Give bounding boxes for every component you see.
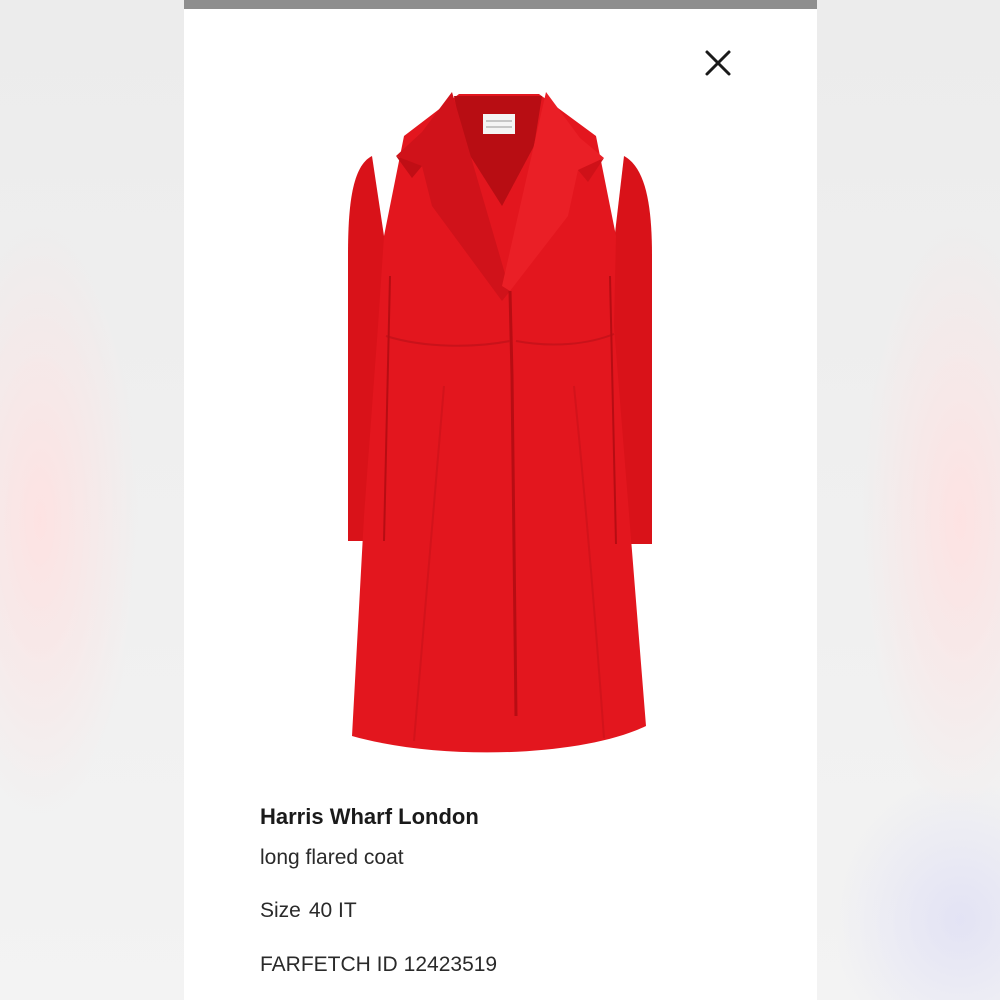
- close-button[interactable]: [700, 45, 736, 81]
- product-size: Size 40 IT: [260, 899, 357, 923]
- product-brand: Harris Wharf London: [260, 804, 479, 829]
- product-name: long flared coat: [260, 846, 404, 869]
- product-image-red-coat: [348, 92, 652, 753]
- farfetch-id-value: 12423519: [403, 953, 498, 976]
- size-label: Size: [260, 899, 301, 922]
- top-scroll-bar: [184, 0, 817, 9]
- size-value: 40 IT: [308, 899, 357, 922]
- farfetch-id: FARFETCH ID 12423519: [260, 953, 497, 977]
- close-icon: [705, 50, 731, 76]
- product-modal: Harris Wharf London long flared coat Siz…: [184, 0, 817, 1000]
- farfetch-id-label: FARFETCH ID: [260, 953, 398, 976]
